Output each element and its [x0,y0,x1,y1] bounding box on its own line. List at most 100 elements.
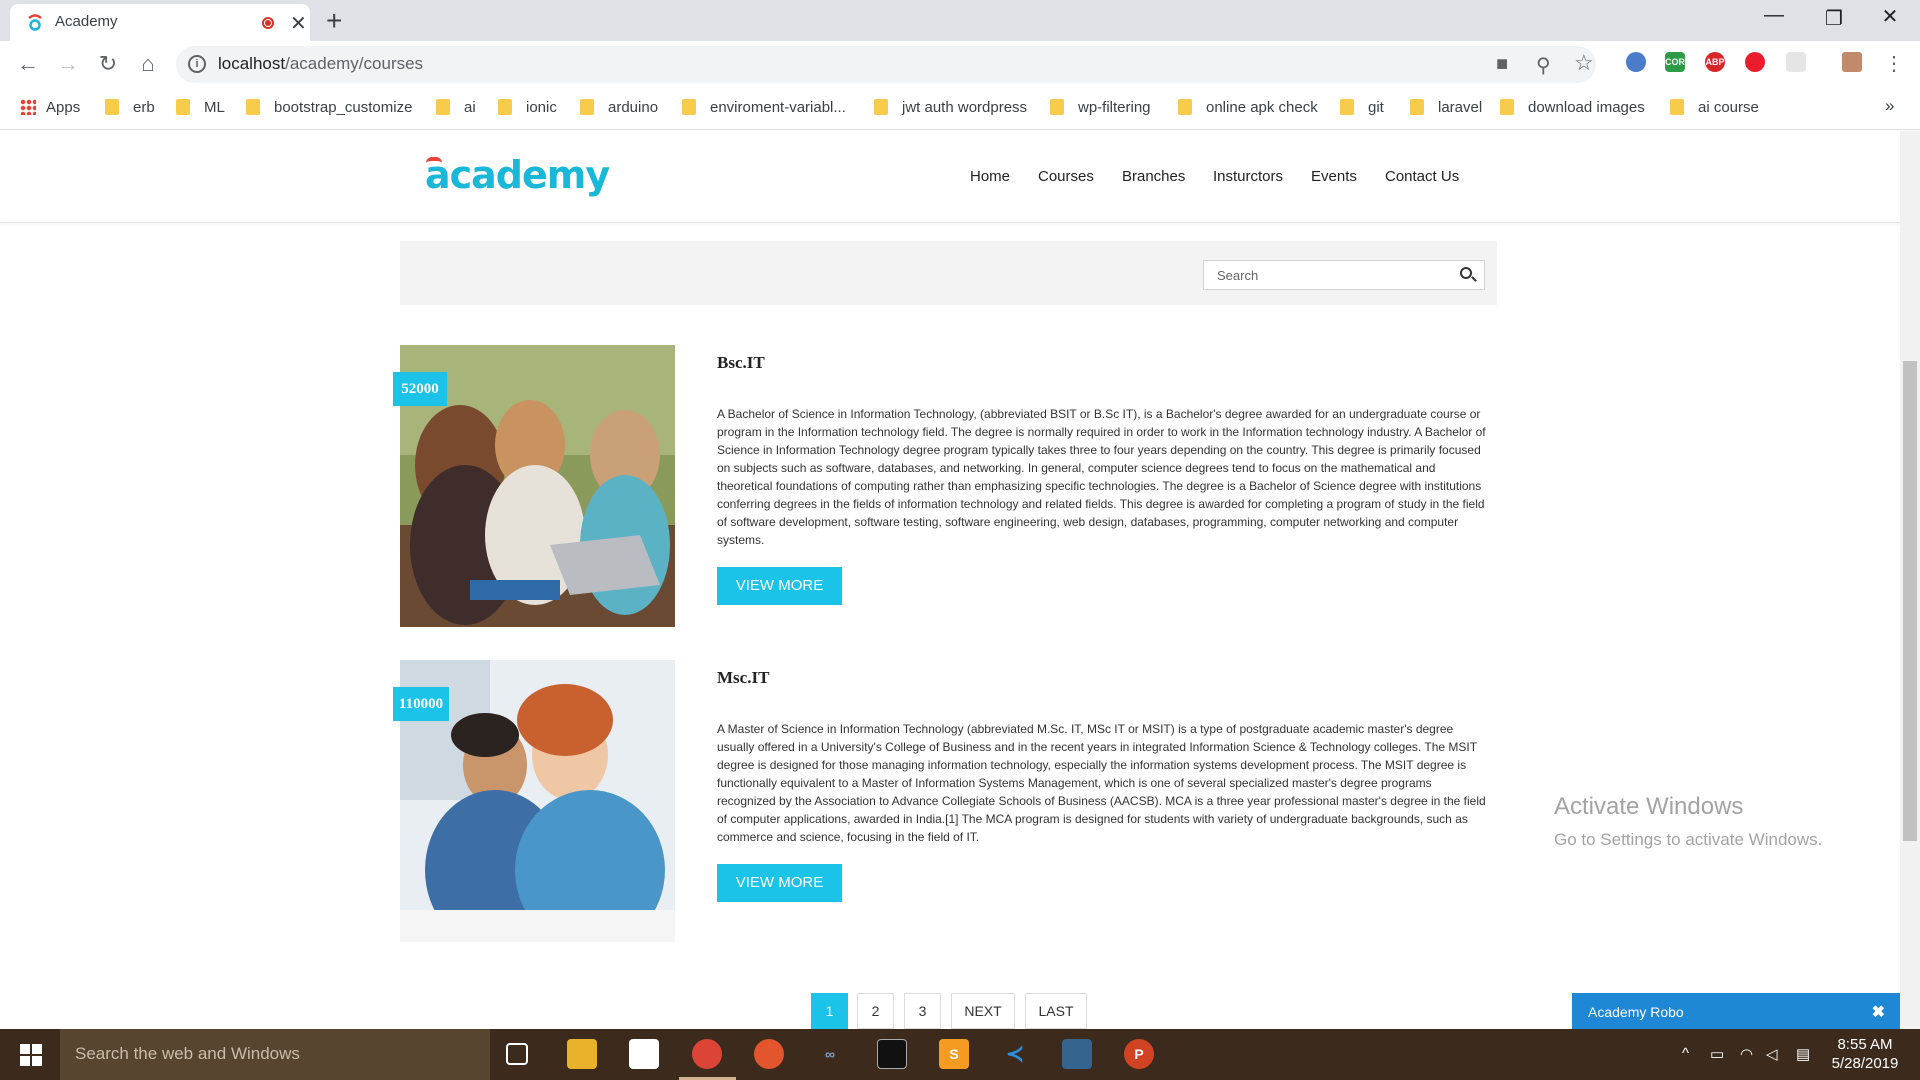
minimize-button[interactable]: — [1754,4,1794,27]
store-icon[interactable] [629,1039,659,1069]
battery-icon[interactable]: ▭ [1710,1045,1724,1063]
bookmark-folder[interactable]: git [1340,99,1384,116]
view-more-button[interactable]: VIEW MORE [717,864,842,902]
home-button[interactable]: ⌂ [134,51,162,77]
bookmark-folder[interactable]: ML [176,99,225,116]
reload-button[interactable]: ↻ [94,51,122,77]
nav-courses[interactable]: Courses [1038,168,1094,185]
folder-icon [580,99,594,115]
restore-button[interactable]: ❐ [1814,6,1854,31]
bookmark-folder[interactable]: ai course [1670,99,1759,116]
academy-favicon-icon [28,14,42,31]
address-bar[interactable]: i localhost/academy/courses ■ ⚲ ☆ [176,46,1596,83]
site-logo[interactable]: academy [425,153,610,197]
tab-close-icon[interactable]: ✕ [290,11,307,36]
workbench-icon[interactable] [1062,1039,1092,1069]
browser-tab[interactable]: Academy ✕ [10,4,310,41]
page-2-button[interactable]: 2 [857,993,894,1029]
back-button[interactable]: ← [14,51,42,77]
bookmark-folder[interactable]: wp-filtering [1050,99,1151,116]
apps-grid-icon [20,99,36,115]
start-button[interactable] [0,1029,60,1080]
bookmark-folder[interactable]: jwt auth wordpress [874,99,1027,116]
bookmark-apps[interactable]: Apps [20,99,80,116]
bookmark-folder[interactable]: ai [436,99,476,116]
bookmark-folder[interactable]: enviroment-variabl... [682,99,846,116]
blank-extension-icon[interactable] [1786,52,1806,72]
cors-extension-icon[interactable]: CORS [1665,52,1691,72]
page-3-button[interactable]: 3 [904,993,941,1029]
bookmark-folder[interactable]: download images [1500,99,1645,116]
file-explorer-icon[interactable] [567,1039,597,1069]
chrome-icon[interactable] [692,1039,722,1069]
bookmark-folder[interactable]: arduino [580,99,658,116]
bookmarks-overflow-button[interactable]: » [1885,96,1894,116]
search-icon[interactable] [1460,267,1472,279]
course-title[interactable]: Bsc.IT [717,353,765,373]
postman-icon[interactable] [754,1039,784,1069]
taskbar-search-input[interactable]: Search the web and Windows [60,1029,490,1080]
folder-icon [682,99,696,115]
forward-button[interactable]: → [54,51,82,77]
tab-title: Academy [55,13,118,30]
opera-extension-icon[interactable] [1745,52,1765,72]
adblock-extension-icon[interactable]: ABP [1705,52,1725,72]
chat-close-icon[interactable]: ✖ [1872,1002,1885,1022]
folder-icon [1500,99,1514,115]
folder-icon [176,99,190,115]
page-content: academy Home Courses Branches Insturctor… [0,131,1900,1029]
view-more-button[interactable]: VIEW MORE [717,567,842,605]
volume-icon[interactable]: ◁ [1766,1045,1778,1063]
nav-contact-us[interactable]: Contact Us [1385,168,1459,185]
activate-windows-title: Activate Windows [1554,793,1744,820]
infinity-app-icon[interactable]: ∞ [815,1039,845,1069]
bookmark-folder[interactable]: erb [105,99,155,116]
bookmark-folder[interactable]: online apk check [1178,99,1318,116]
camera-icon[interactable]: ■ [1496,53,1508,76]
last-page-button[interactable]: LAST [1025,993,1087,1029]
taskbar-clock[interactable]: 8:55 AM 5/28/2019 [1823,1035,1907,1073]
search-input[interactable]: Search [1203,260,1485,290]
new-tab-button[interactable]: + [326,5,342,37]
nav-events[interactable]: Events [1311,168,1357,185]
wifi-icon[interactable]: ◠ [1740,1045,1753,1063]
page-1-button[interactable]: 1 [811,993,848,1029]
clock-date: 5/28/2019 [1831,1055,1899,1072]
bookmark-folder[interactable]: bootstrap_customize [246,99,412,116]
tray-chevron-icon[interactable]: ^ [1682,1045,1689,1062]
next-page-button[interactable]: NEXT [951,993,1015,1029]
windows-taskbar: Search the web and Windows ∞ S ≺ P ^ ▭ ◠… [0,1029,1920,1080]
powerpoint-icon[interactable]: P [1124,1039,1154,1069]
notifications-icon[interactable]: ▤ [1796,1045,1810,1063]
profile-avatar[interactable] [1842,52,1862,72]
clock-time: 8:55 AM [1837,1036,1893,1053]
site-header: academy Home Courses Branches Insturctor… [0,131,1900,223]
sublime-text-icon[interactable]: S [939,1039,969,1069]
bookmark-folder[interactable]: ionic [498,99,557,116]
page-scrollbar[interactable] [1900,131,1920,1029]
activate-windows-subtitle: Go to Settings to activate Windows. [1554,830,1823,849]
nav-instructors[interactable]: Insturctors [1213,168,1283,185]
recording-icon [262,17,274,29]
bookmarks-bar: Apps erb ML bootstrap_customize ai ionic… [0,88,1920,130]
nav-branches[interactable]: Branches [1122,168,1185,185]
folder-icon [246,99,260,115]
site-info-icon[interactable]: i [188,55,206,73]
extension-icon[interactable] [1626,52,1646,72]
zoom-icon[interactable]: ⚲ [1536,53,1551,78]
terminal-icon[interactable] [877,1039,907,1069]
menu-icon[interactable]: ⋮ [1880,51,1908,76]
folder-icon [436,99,450,115]
close-window-button[interactable]: ✕ [1870,4,1910,29]
course-description: A Master of Science in Information Techn… [717,722,1486,844]
course-title[interactable]: Msc.IT [717,668,769,688]
bookmark-star-icon[interactable]: ☆ [1574,50,1594,76]
vscode-icon[interactable]: ≺ [1000,1039,1030,1069]
bookmark-folder[interactable]: laravel [1410,99,1482,116]
folder-icon [1340,99,1354,115]
windows-logo-icon [20,1044,30,1054]
nav-home[interactable]: Home [970,168,1010,185]
task-view-icon[interactable] [506,1043,528,1065]
chat-widget[interactable]: Academy Robo ✖ [1572,993,1900,1031]
scrollbar-thumb[interactable] [1903,361,1917,841]
